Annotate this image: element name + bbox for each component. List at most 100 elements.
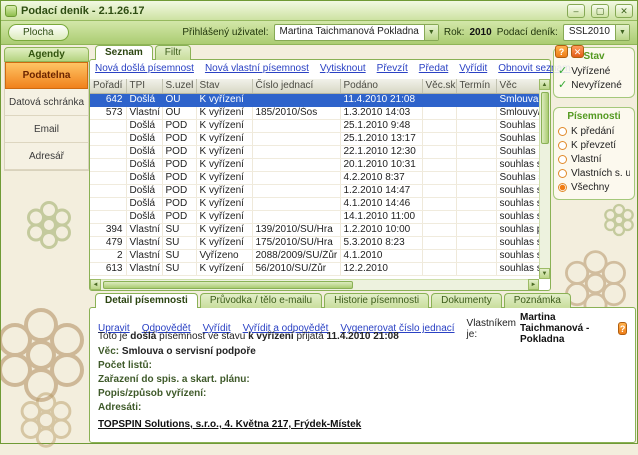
minimize-button[interactable]: – <box>567 4 585 18</box>
table-row[interactable]: DošláPODK vyřízení25.1.2010 13:17Souhlas… <box>90 132 539 145</box>
column-header[interactable]: Termín <box>456 79 496 93</box>
horizontal-scroll-thumb[interactable] <box>103 281 353 289</box>
table-row[interactable]: DošláPODK vyřízení14.1.2010 11:00souhlas… <box>90 210 539 223</box>
action-link[interactable]: Nová došlá písemnost <box>95 63 194 74</box>
table-row[interactable]: DošláPODK vyřízení4.1.2010 14:46souhlas … <box>90 197 539 210</box>
sidebar-item[interactable]: Adresář <box>5 143 88 170</box>
table-cell: K vyřízení <box>196 197 252 210</box>
table-row[interactable]: DošláPODK vyřízení20.1.2010 10:31souhlas… <box>90 158 539 171</box>
table-cell: 185/2010/Šos <box>252 106 340 119</box>
table-row[interactable]: DošláPODK vyřízení22.1.2010 12:30Souhlas… <box>90 145 539 158</box>
table-cell: 1.3.2010 14:03 <box>340 106 422 119</box>
table-cell: K vyřízení <box>196 158 252 171</box>
column-header[interactable]: Věc <box>496 79 539 93</box>
table-cell: POD <box>162 119 196 132</box>
action-link[interactable]: Vyřídit <box>459 63 487 74</box>
summary-text: Toto je <box>98 331 130 342</box>
chevron-down-icon[interactable]: ▼ <box>615 25 629 40</box>
table-row[interactable]: DošláPODK vyřízení25.1.2010 9:48Souhlas … <box>90 119 539 132</box>
column-header[interactable]: TPI <box>126 79 162 93</box>
action-link[interactable]: Převzít <box>377 63 408 74</box>
panel-close-icon[interactable]: ✕ <box>571 45 584 58</box>
addressee-link[interactable]: TOPSPIN Solutions, s.r.o., 4. Května 217… <box>98 419 361 430</box>
tab[interactable]: Filtr <box>155 45 192 60</box>
pisemnosti-filter-item[interactable]: Vlastní <box>558 152 630 166</box>
table-cell <box>90 184 126 197</box>
table-row[interactable]: 394VlastníSUK vyřízení139/2010/SU/Hra1.2… <box>90 223 539 236</box>
scroll-right-icon[interactable]: ► <box>528 279 539 290</box>
pisemnosti-filter-item[interactable]: K převzetí <box>558 138 630 152</box>
table-cell: Vlastní <box>126 106 162 119</box>
table-row[interactable]: 479VlastníSUK vyřízení175/2010/SU/Hra5.3… <box>90 236 539 249</box>
table-cell: 22.1.2010 12:30 <box>340 145 422 158</box>
tab[interactable]: Dokumenty <box>431 293 502 308</box>
vertical-scroll-thumb[interactable] <box>541 92 549 144</box>
table-row[interactable]: 573VlastníOUK vyřízení185/2010/Šos1.3.20… <box>90 106 539 119</box>
horizontal-scrollbar[interactable]: ◄ ► <box>90 279 539 290</box>
table-row[interactable]: 642DošláOUK vyřízení11.4.2010 21:08Smlou… <box>90 93 539 106</box>
table-cell: K vyřízení <box>196 210 252 223</box>
scroll-down-icon[interactable]: ▼ <box>539 268 550 279</box>
table-row[interactable]: DošláPODK vyřízení1.2.2010 14:47souhlas … <box>90 184 539 197</box>
table-cell <box>422 210 456 223</box>
journal-select[interactable]: SSL2010 ▼ <box>563 24 630 41</box>
stav-filter-item[interactable]: ✓Nevyřízené <box>558 78 630 92</box>
table-cell <box>456 210 496 223</box>
table-cell: Došlá <box>126 119 162 132</box>
table-cell <box>252 171 340 184</box>
table-row[interactable]: 613VlastníSUK vyřízení56/2010/SU/Žůr12.2… <box>90 262 539 275</box>
table-cell: 12.2.2010 <box>340 262 422 275</box>
sidebar-header: Agendy <box>4 47 89 62</box>
pisemnosti-filter-title: Písemnosti <box>558 111 630 122</box>
close-button[interactable]: ✕ <box>615 4 633 18</box>
table-cell: 5.3.2010 8:23 <box>340 236 422 249</box>
action-link[interactable]: Předat <box>419 63 448 74</box>
column-header[interactable]: Věc.sk. <box>422 79 456 93</box>
table-cell: Vyřízeno <box>196 249 252 262</box>
column-header[interactable]: S.uzel <box>162 79 196 93</box>
maximize-button[interactable]: ▢ <box>591 4 609 18</box>
window-title: Podací deník - 2.1.26.17 <box>21 5 561 17</box>
tab[interactable]: Seznam <box>95 45 153 60</box>
table-cell: 11.4.2010 21:08 <box>340 93 422 106</box>
table-cell <box>456 132 496 145</box>
sidebar-item[interactable]: Datová schránka <box>5 89 88 116</box>
table-cell: POD <box>162 171 196 184</box>
table-cell: OU <box>162 93 196 106</box>
vertical-scrollbar[interactable]: ▲ ▼ <box>539 79 550 279</box>
column-header[interactable]: Podáno <box>340 79 422 93</box>
table-row[interactable]: DošláPODK vyřízení4.2.2010 8:37Souhlas s… <box>90 171 539 184</box>
table-cell: POD <box>162 145 196 158</box>
action-link[interactable]: Nová vlastní písemnost <box>205 63 309 74</box>
sidebar-item[interactable]: Podatelna <box>5 62 88 89</box>
user-select[interactable]: Martina Taichmanová Pokladna ▼ <box>274 24 439 41</box>
tab[interactable]: Průvodka / tělo e-mailu <box>200 293 322 308</box>
sidebar-item[interactable]: Email <box>5 116 88 143</box>
pisemnosti-filter-item[interactable]: Všechny <box>558 180 630 194</box>
table-cell <box>422 158 456 171</box>
table-row[interactable]: 2VlastníSUVyřízeno2088/2009/SU/Žůr4.1.20… <box>90 249 539 262</box>
summary-status: k vyřízení <box>248 331 294 342</box>
pisemnosti-filter-item[interactable]: K předání <box>558 124 630 138</box>
table-cell: souhlas s tr <box>496 236 539 249</box>
client-area: Agendy PodatelnaDatová schránkaEmailAdre… <box>1 45 637 443</box>
scroll-up-icon[interactable]: ▲ <box>539 79 550 90</box>
help-icon[interactable]: ? <box>555 45 568 58</box>
detail-panel: Detail písemnostiPrůvodka / tělo e-mailu… <box>89 293 636 443</box>
column-header[interactable]: Pořadí <box>90 79 126 93</box>
tab[interactable]: Historie písemnosti <box>324 293 429 308</box>
pisemnosti-filter-item[interactable]: Vlastních s. uzlu <box>558 166 630 180</box>
table-cell: K vyřízení <box>196 93 252 106</box>
tab[interactable]: Detail písemnosti <box>95 293 198 308</box>
stav-filter-item[interactable]: ✓Vyřízené <box>558 64 630 78</box>
column-header[interactable]: Číslo jednací <box>252 79 340 93</box>
tab[interactable]: Poznámka <box>504 293 571 308</box>
table-cell: Souhlas k tr <box>496 132 539 145</box>
table-cell <box>422 197 456 210</box>
scroll-left-icon[interactable]: ◄ <box>90 279 101 290</box>
chevron-down-icon[interactable]: ▼ <box>424 25 438 40</box>
table-cell: 1.2.2010 14:47 <box>340 184 422 197</box>
column-header[interactable]: Stav <box>196 79 252 93</box>
action-link[interactable]: Vytisknout <box>320 63 366 74</box>
desktop-button[interactable]: Plocha <box>8 24 69 41</box>
